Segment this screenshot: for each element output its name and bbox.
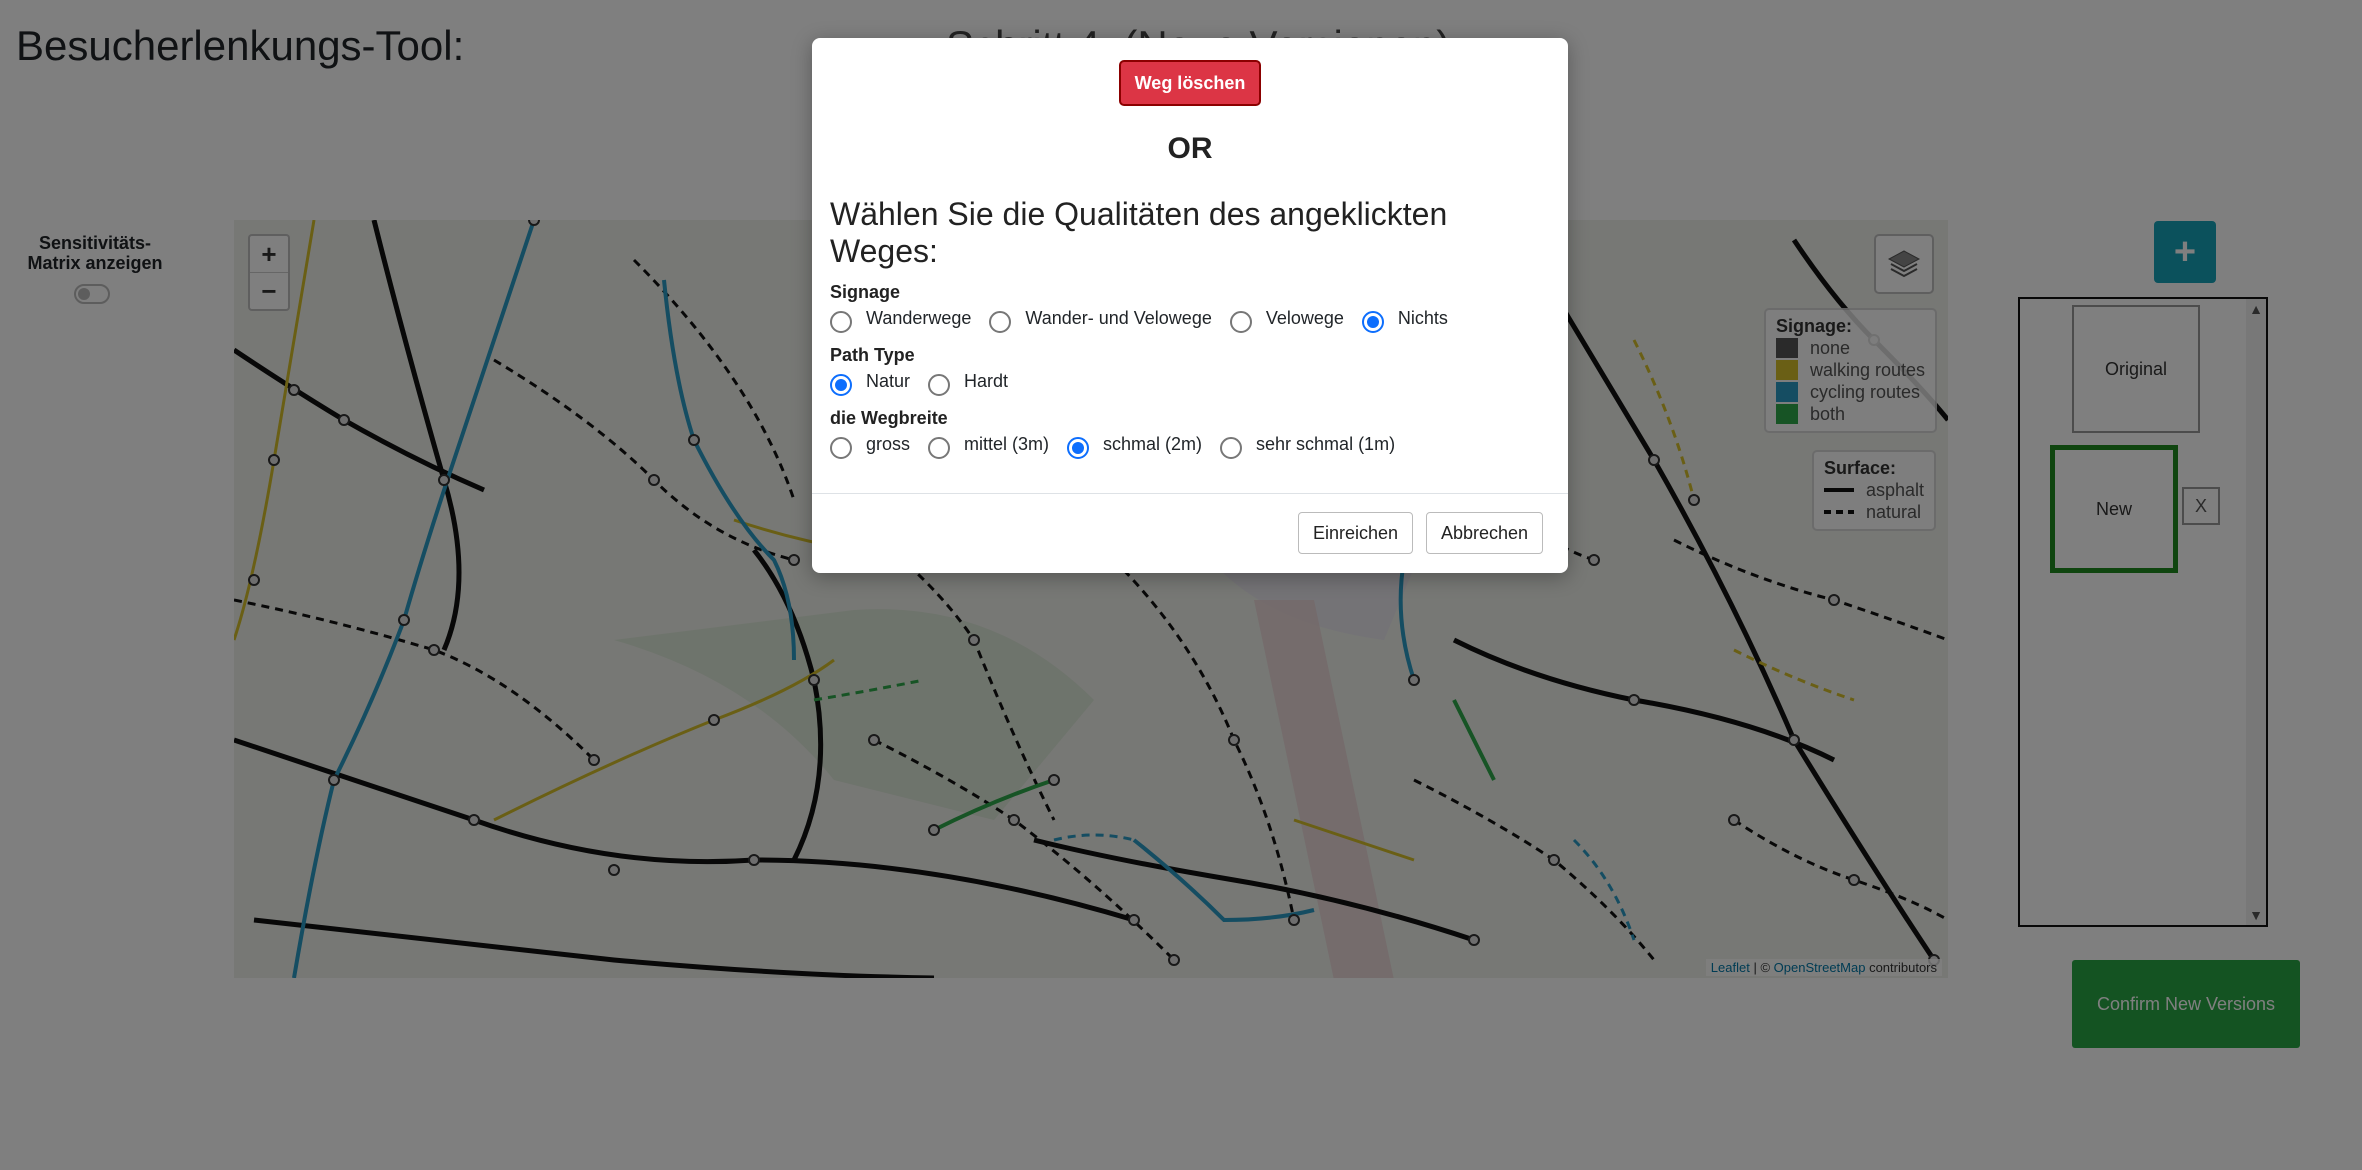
path-type-options: Natur Hardt — [830, 371, 1550, 396]
width-option-sehr-schmal[interactable]: sehr schmal (1m) — [1220, 434, 1395, 459]
signage-options: Wanderwege Wander- und Velowege Velowege… — [830, 308, 1550, 333]
path-quality-modal: Weg löschen OR Wählen Sie die Qualitäten… — [812, 38, 1568, 573]
radio-button-selected[interactable] — [1361, 311, 1384, 333]
width-option-gross[interactable]: gross — [830, 434, 910, 459]
radio-button[interactable] — [830, 437, 852, 459]
signage-option-wanderwege[interactable]: Wanderwege — [830, 308, 971, 333]
cancel-button[interactable]: Abbrechen — [1426, 512, 1544, 554]
radio-button-selected[interactable] — [830, 374, 852, 396]
modal-footer: Einreichen Abbrechen — [812, 493, 1568, 573]
signage-option-velowege[interactable]: Velowege — [1229, 308, 1344, 333]
signage-label: Signage — [830, 282, 901, 302]
radio-button-selected[interactable] — [1067, 437, 1090, 459]
path-type-option-hardt[interactable]: Hardt — [928, 371, 1008, 396]
radio-button[interactable] — [989, 311, 1012, 333]
radio-button[interactable] — [1229, 311, 1252, 333]
width-option-mittel[interactable]: mittel (3m) — [928, 434, 1049, 459]
quality-question: Wählen Sie die Qualitäten des angeklickt… — [830, 196, 1448, 269]
path-type-option-natur[interactable]: Natur — [830, 371, 910, 396]
delete-path-button[interactable]: Weg löschen — [1119, 60, 1261, 106]
or-separator: OR — [1167, 132, 1213, 165]
width-label: die Wegbreite — [830, 408, 948, 428]
radio-button[interactable] — [1220, 437, 1243, 459]
signage-option-nichts[interactable]: Nichts — [1361, 308, 1448, 333]
width-options: gross mittel (3m) schmal (2m) sehr schma… — [830, 434, 1550, 459]
radio-button[interactable] — [830, 311, 852, 333]
submit-button[interactable]: Einreichen — [1298, 512, 1414, 554]
radio-button[interactable] — [928, 374, 951, 396]
path-type-label: Path Type — [830, 345, 915, 365]
width-option-schmal[interactable]: schmal (2m) — [1067, 434, 1202, 459]
radio-button[interactable] — [928, 437, 951, 459]
signage-option-wander-velowege[interactable]: Wander- und Velowege — [989, 308, 1212, 333]
